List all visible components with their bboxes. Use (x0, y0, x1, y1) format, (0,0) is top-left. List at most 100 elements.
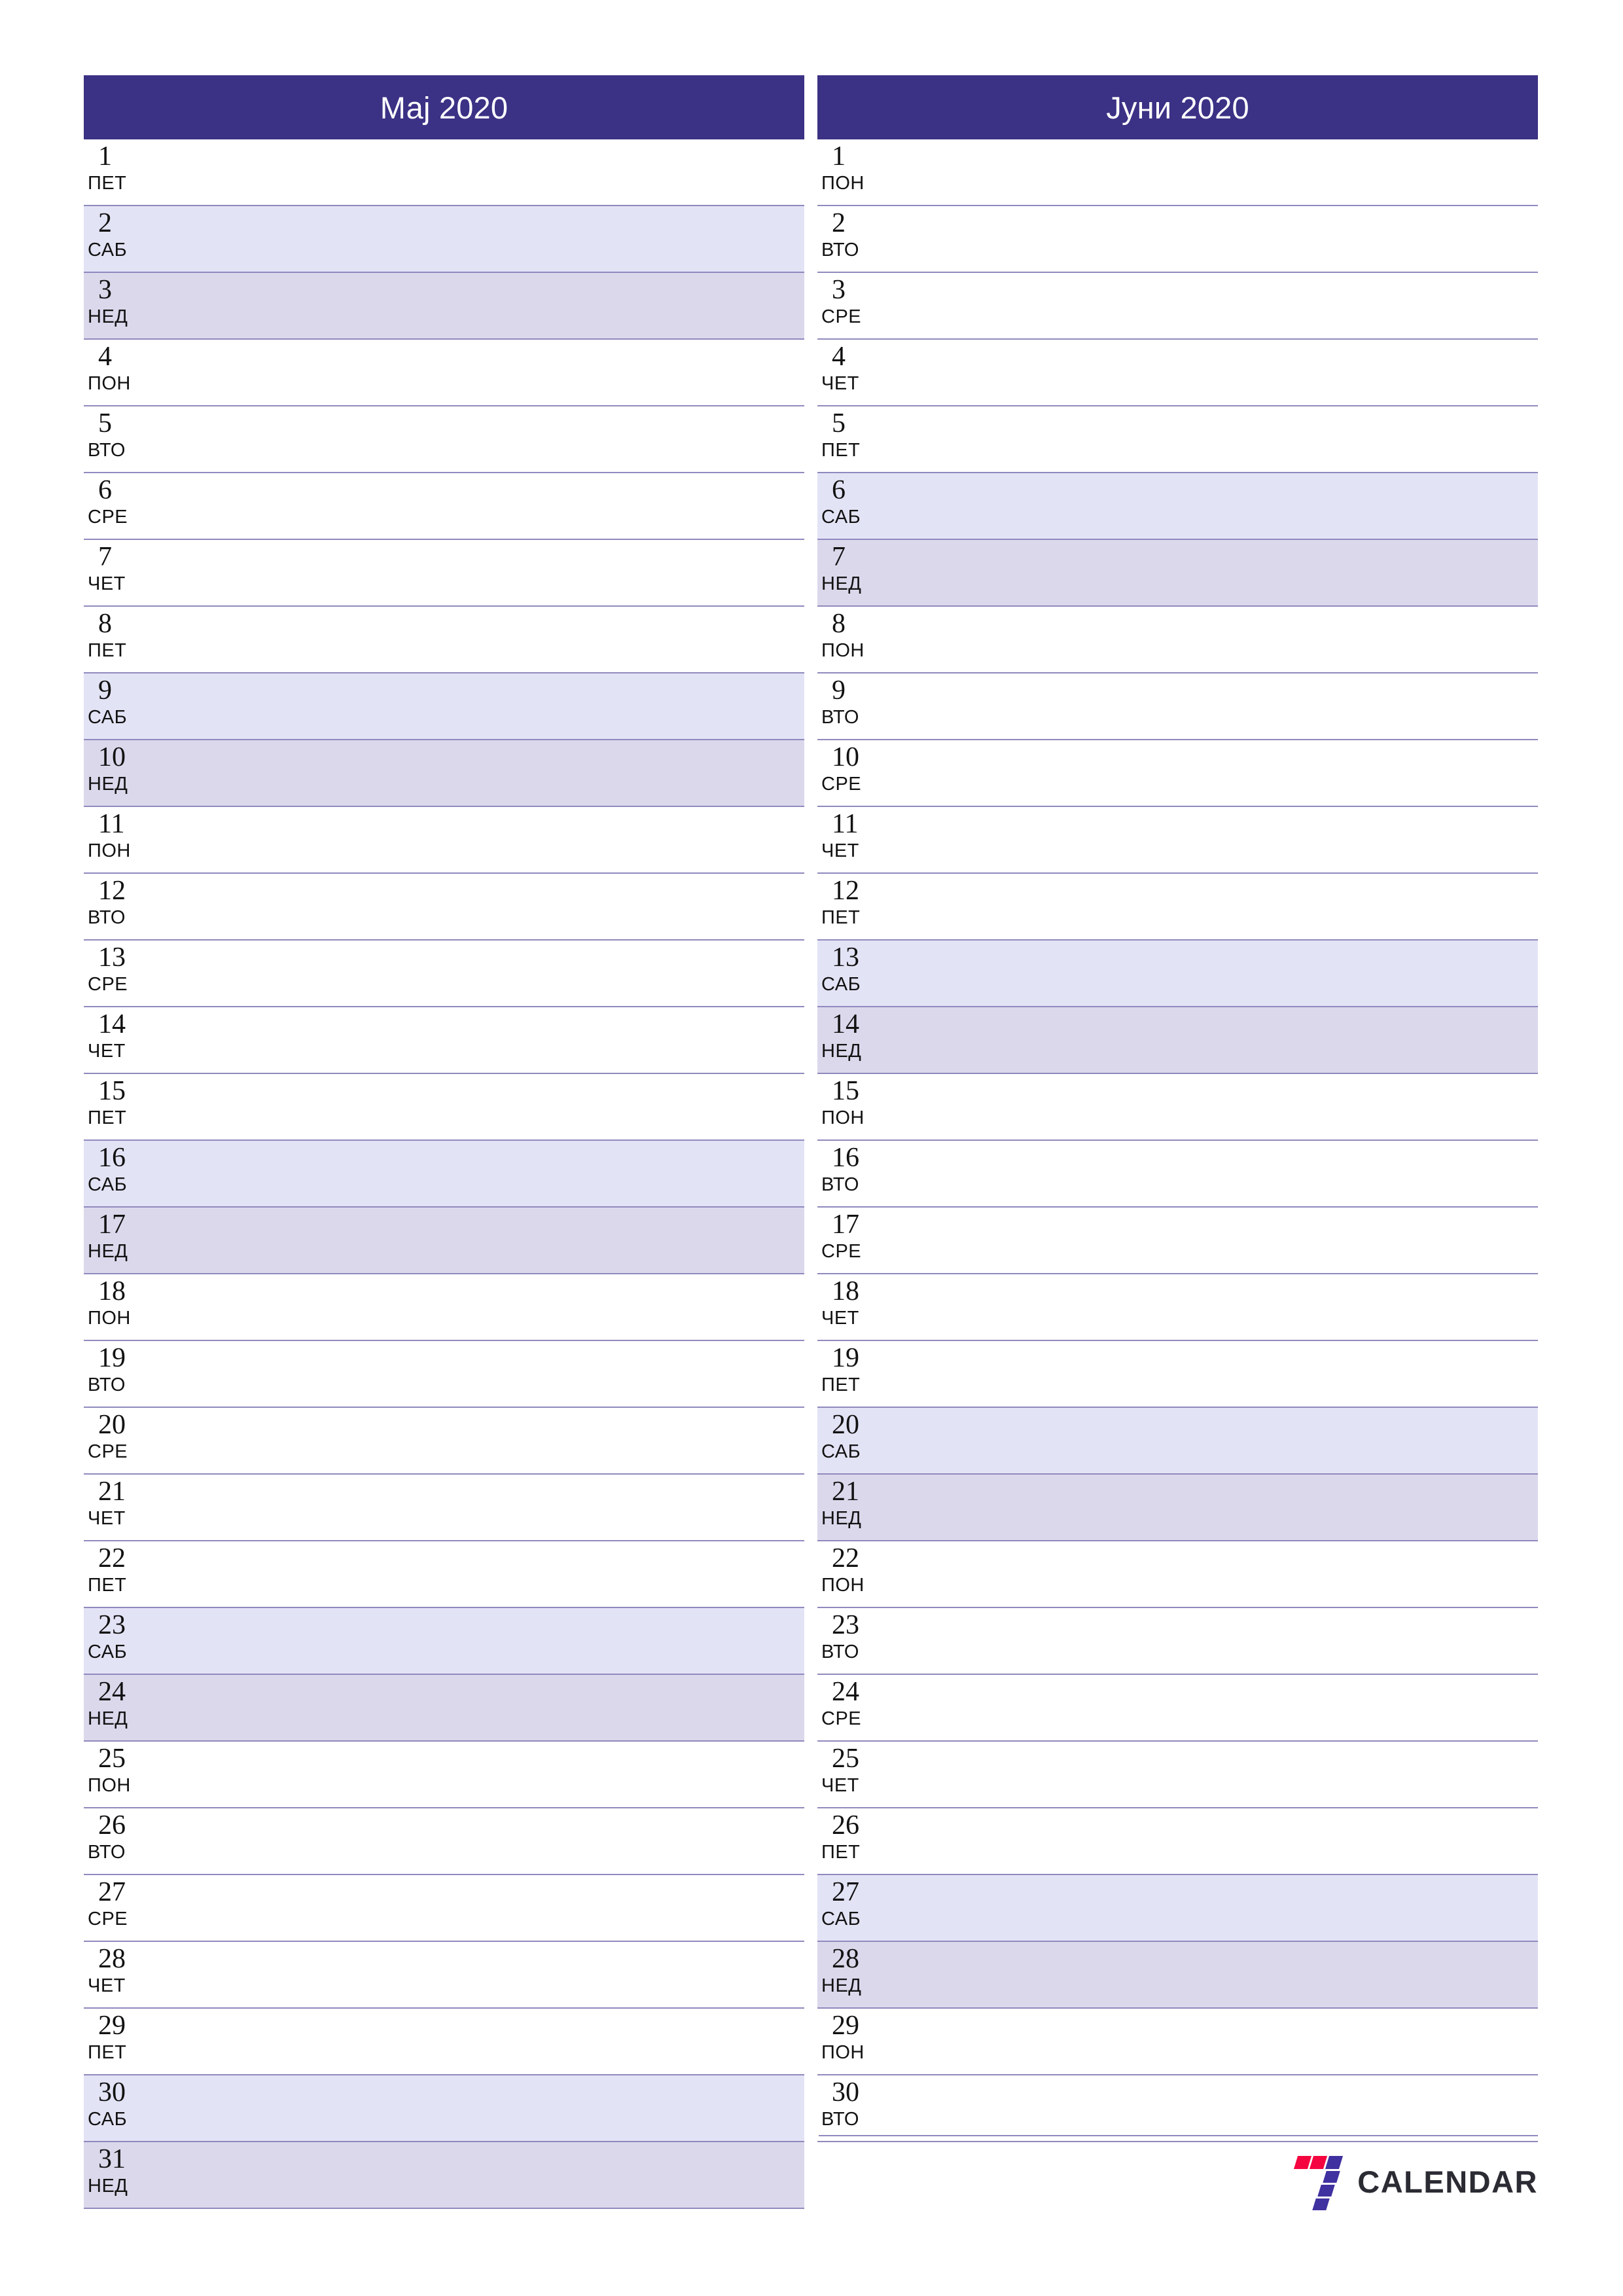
day-number: 3 (832, 275, 846, 305)
day-abbreviation: САБ (821, 1441, 861, 1462)
month-header-left: Мај 2020 (84, 75, 804, 139)
day-row[interactable]: 6 СРЕ (84, 473, 804, 540)
day-row[interactable]: 14 ЧЕТ (84, 1007, 804, 1074)
day-number: 16 (98, 1143, 126, 1173)
day-row[interactable]: 28 ЧЕТ (84, 1942, 804, 2009)
day-row[interactable]: 4 ПОН (84, 340, 804, 406)
day-row[interactable]: 14 НЕД (817, 1007, 1538, 1074)
day-row[interactable]: 9 САБ (84, 673, 804, 740)
day-row[interactable]: 10 СРЕ (817, 740, 1538, 807)
day-abbreviation: ЧЕТ (88, 573, 126, 594)
day-row[interactable]: 2 ВТО (817, 206, 1538, 273)
day-row[interactable]: 22 ПОН (817, 1541, 1538, 1608)
day-row[interactable]: 4 ЧЕТ (817, 340, 1538, 406)
day-number: 12 (832, 876, 859, 906)
day-row[interactable]: 12 ВТО (84, 874, 804, 941)
day-row[interactable]: 29 ПОН (817, 2009, 1538, 2075)
day-row[interactable]: 13 СРЕ (84, 941, 804, 1007)
day-row[interactable]: 20 СРЕ (84, 1408, 804, 1475)
day-row[interactable]: 15 ПОН (817, 1074, 1538, 1141)
day-row[interactable]: 1 ПОН (817, 139, 1538, 206)
day-row[interactable]: 23 САБ (84, 1608, 804, 1675)
months-container: Мај 2020 1 ПЕТ 2 САБ 3 НЕД 4 ПОН 5 ВТО 6 СРЕ 7 ЧЕТ 8 ПЕ… (84, 75, 1538, 2209)
day-abbreviation: ПЕТ (88, 1575, 127, 1596)
day-number: 27 (832, 1877, 859, 1907)
day-row[interactable]: 25 ПОН (84, 1742, 804, 1808)
day-row[interactable]: 5 ПЕТ (817, 406, 1538, 473)
day-row[interactable]: 31 НЕД (84, 2142, 804, 2209)
day-row[interactable]: 26 ВТО (84, 1808, 804, 1875)
day-abbreviation: ПЕТ (88, 1107, 127, 1128)
day-row[interactable]: 26 ПЕТ (817, 1808, 1538, 1875)
day-row[interactable]: 24 НЕД (84, 1675, 804, 1742)
day-row[interactable]: 22 ПЕТ (84, 1541, 804, 1608)
month-title-left: Мај 2020 (380, 90, 508, 125)
day-row[interactable]: 18 ЧЕТ (817, 1274, 1538, 1341)
day-row[interactable]: 1 ПЕТ (84, 139, 804, 206)
day-row[interactable]: 11 ПОН (84, 807, 804, 874)
day-number: 20 (832, 1410, 859, 1440)
day-number: 9 (832, 675, 846, 706)
day-number: 9 (98, 675, 112, 706)
day-row[interactable]: 27 СРЕ (84, 1875, 804, 1942)
day-row[interactable]: 3 СРЕ (817, 273, 1538, 340)
day-number: 17 (98, 1210, 126, 1240)
day-number: 2 (98, 208, 112, 238)
day-row[interactable]: 18 ПОН (84, 1274, 804, 1341)
day-abbreviation: СРЕ (821, 774, 862, 795)
day-number: 29 (98, 2011, 126, 2041)
day-number: 27 (98, 1877, 126, 1907)
day-row[interactable]: 3 НЕД (84, 273, 804, 340)
day-row[interactable]: 12 ПЕТ (817, 874, 1538, 941)
day-number: 4 (832, 342, 846, 372)
day-row[interactable]: 11 ЧЕТ (817, 807, 1538, 874)
day-row[interactable]: 15 ПЕТ (84, 1074, 804, 1141)
day-row[interactable]: 29 ПЕТ (84, 2009, 804, 2075)
day-abbreviation: ПОН (821, 2042, 865, 2063)
day-row[interactable]: 10 НЕД (84, 740, 804, 807)
day-row[interactable]: 7 НЕД (817, 540, 1538, 607)
day-row[interactable]: 7 ЧЕТ (84, 540, 804, 607)
day-row[interactable]: 5 ВТО (84, 406, 804, 473)
day-row[interactable]: 21 НЕД (817, 1475, 1538, 1541)
day-row[interactable]: 30 ВТО (817, 2075, 1538, 2142)
brand-wordmark: CALENDAR (1357, 2164, 1538, 2199)
day-number: 7 (832, 542, 846, 572)
day-row[interactable]: 20 САБ (817, 1408, 1538, 1475)
day-row[interactable]: 21 ЧЕТ (84, 1475, 804, 1541)
day-row[interactable]: 17 НЕД (84, 1208, 804, 1274)
day-row[interactable]: 6 САБ (817, 473, 1538, 540)
day-row[interactable]: 9 ВТО (817, 673, 1538, 740)
day-row[interactable]: 30 САБ (84, 2075, 804, 2142)
month-title-right: Јуни 2020 (1106, 90, 1249, 125)
day-abbreviation: ПОН (88, 373, 131, 394)
day-row[interactable]: 28 НЕД (817, 1942, 1538, 2009)
seven-calendar-logo-icon (1289, 2153, 1347, 2210)
day-number: 13 (832, 942, 859, 973)
day-abbreviation: ВТО (821, 1641, 859, 1662)
day-row[interactable]: 24 СРЕ (817, 1675, 1538, 1742)
day-row[interactable]: 8 ПЕТ (84, 607, 804, 673)
day-row[interactable]: 27 САБ (817, 1875, 1538, 1942)
day-number: 19 (832, 1343, 859, 1373)
day-abbreviation: ПОН (821, 173, 865, 194)
day-abbreviation: САБ (88, 1641, 128, 1662)
day-row[interactable]: 25 ЧЕТ (817, 1742, 1538, 1808)
day-row[interactable]: 19 ПЕТ (817, 1341, 1538, 1408)
day-number: 18 (832, 1276, 859, 1306)
day-abbreviation: ЧЕТ (88, 1041, 126, 1062)
day-row[interactable]: 23 ВТО (817, 1608, 1538, 1675)
day-row[interactable]: 16 ВТО (817, 1141, 1538, 1208)
month-column-left: Мај 2020 1 ПЕТ 2 САБ 3 НЕД 4 ПОН 5 ВТО 6 СРЕ 7 ЧЕТ 8 ПЕ… (84, 75, 804, 2209)
day-abbreviation: СРЕ (88, 1909, 128, 1929)
day-abbreviation: СРЕ (88, 974, 128, 995)
day-row[interactable]: 8 ПОН (817, 607, 1538, 673)
day-number: 8 (98, 609, 112, 639)
day-row[interactable]: 16 САБ (84, 1141, 804, 1208)
day-abbreviation: ВТО (821, 240, 859, 260)
day-row[interactable]: 13 САБ (817, 941, 1538, 1007)
day-row[interactable]: 2 САБ (84, 206, 804, 273)
day-row[interactable]: 17 СРЕ (817, 1208, 1538, 1274)
day-abbreviation: СРЕ (821, 1241, 862, 1262)
day-row[interactable]: 19 ВТО (84, 1341, 804, 1408)
